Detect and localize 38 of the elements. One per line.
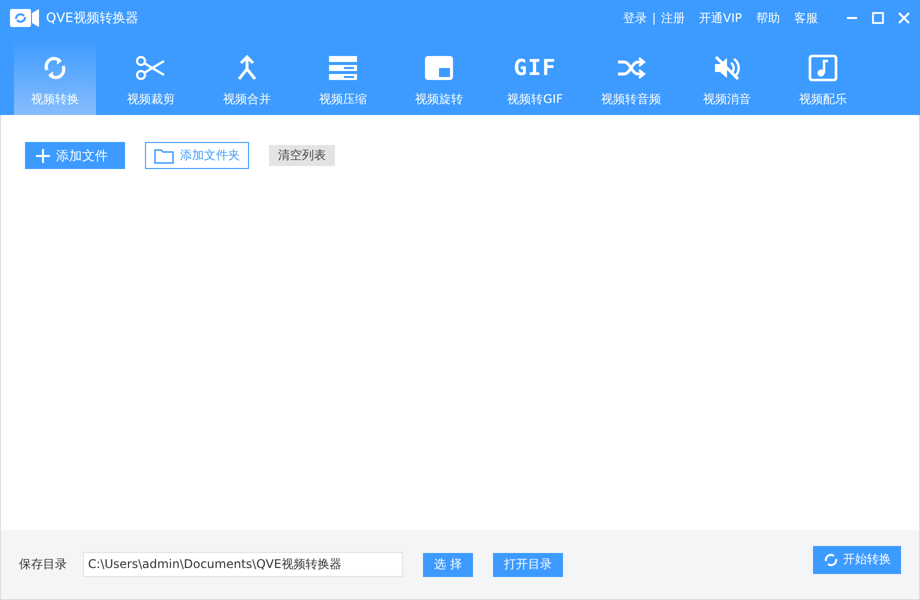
app-logo-icon [10,8,40,28]
save-path-field[interactable]: C:\Users\admin\Documents\QVE视频转换器 [83,552,403,577]
header-link[interactable]: 客服 [794,10,818,26]
save-directory-label: 保存目录 [19,556,67,573]
start-convert-button[interactable]: 开始转换 [813,546,901,574]
close-icon[interactable] [898,12,910,24]
merge-arrow-icon [235,54,259,82]
header-link[interactable]: 帮助 [756,10,780,26]
screen-icon [424,55,454,81]
window-title: QVE视频转换器 [46,10,140,27]
tool-tab[interactable]: 视频压缩 [302,40,384,115]
tool-tab[interactable]: 视频消音 [686,40,768,115]
plus-icon [36,148,50,162]
header-link[interactable]: 注册 [661,10,686,26]
tool-tab[interactable]: 视频裁剪 [110,40,192,115]
folder-icon [154,148,174,164]
scissors-icon [135,54,167,82]
footer-button[interactable]: 打开目录 [492,552,563,576]
tool-tab[interactable]: 视频转换 [14,40,96,115]
separator: | [652,11,656,25]
header-link[interactable]: 开通VIP [699,10,742,26]
header-link[interactable]: 登录 [622,10,647,26]
footer-button[interactable]: 选 择 [423,552,473,576]
tool-tab[interactable]: 视频合并 [206,40,288,115]
maximize-icon[interactable] [872,12,884,24]
compress-icon [328,55,358,81]
add-folder-button[interactable]: 添加文件夹 [145,142,249,169]
tool-tab[interactable]: 视频旋转 [398,40,480,115]
shuffle-icon [616,55,646,81]
tool-tab[interactable]: 视频转音频 [590,40,672,115]
add-file-button[interactable]: 添加文件 [25,142,125,169]
mute-icon [712,54,742,82]
tool-tab[interactable]: 视频配乐 [782,40,864,115]
tool-tab[interactable]: GIF 视频转GIF [494,40,576,115]
music-icon [808,54,838,82]
gif-icon: GIF [514,56,556,80]
refresh-icon [823,552,839,568]
clear-list-button[interactable]: 清空列表 [269,145,335,166]
